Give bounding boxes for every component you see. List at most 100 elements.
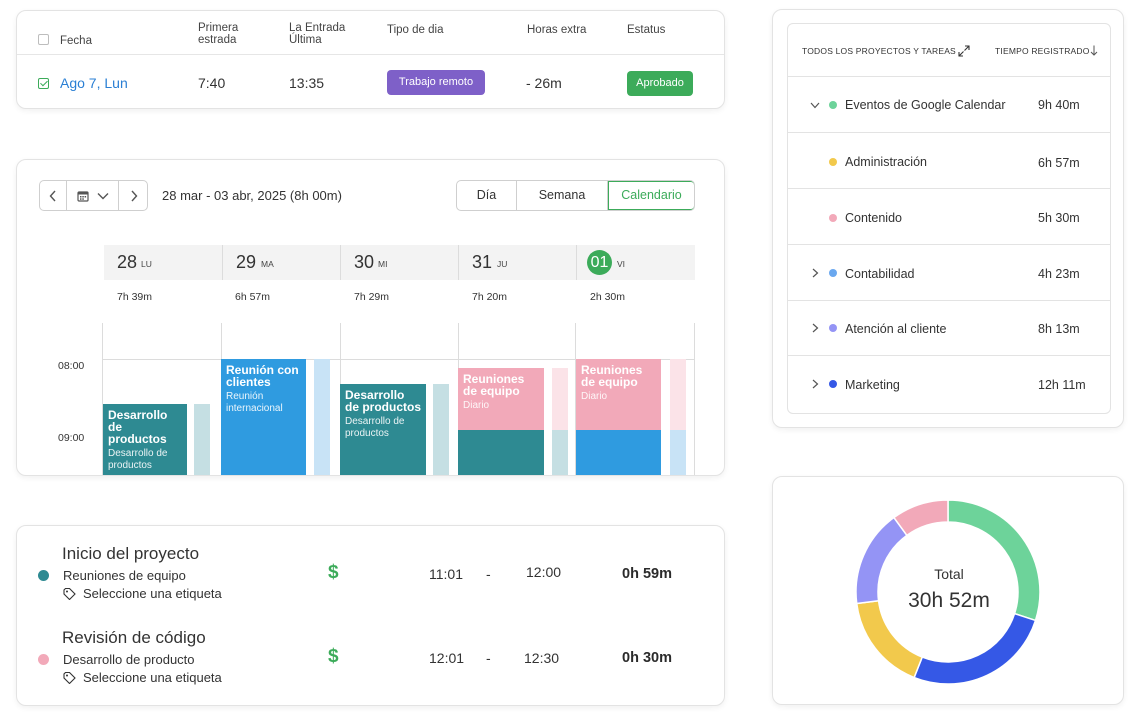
event-shadow (552, 368, 568, 430)
day-total: 7h 39m (117, 291, 153, 303)
tag-icon (63, 671, 76, 684)
expand-icon[interactable] (958, 45, 970, 57)
projects-table: TODOS LOS PROYECTOS Y TAREAS TIEMPO REGI… (787, 23, 1111, 414)
chevron-right-icon[interactable] (812, 379, 819, 389)
time-label: 09:00 (58, 432, 85, 444)
time-separator: - (486, 566, 491, 582)
event-shadow (314, 359, 330, 475)
view-calendar-button[interactable]: Calendario (608, 181, 694, 210)
project-row-contenido[interactable]: Contenido 5h 30m (788, 189, 1110, 245)
entry-start-time[interactable]: 11:01 (429, 566, 463, 582)
total-donut-card: Total 30h 52m (772, 476, 1124, 705)
select-all-checkbox[interactable] (38, 34, 49, 45)
tag-selector[interactable]: Seleccione una etiqueta (63, 670, 222, 685)
day-header-31[interactable]: 31 JU (458, 245, 576, 280)
chevron-left-icon[interactable] (40, 181, 67, 210)
event-shadow (194, 404, 210, 475)
project-color-dot (829, 380, 837, 388)
donut-total-value: 30h 52m (908, 589, 990, 612)
tag-label: Seleccione una etiqueta (83, 670, 222, 685)
day-header-30[interactable]: 30 MI (340, 245, 458, 280)
day-number: 31 (472, 252, 493, 272)
header-first-entry-l2: estrada (198, 34, 237, 46)
day-header-29[interactable]: 29 MA (222, 245, 340, 280)
donut-total-label: Total (934, 566, 964, 582)
calendar-event[interactable]: Reunión con clientes Reunión internacion… (221, 359, 306, 475)
status-badge: Aprobado (627, 71, 693, 96)
day-number: 29 (236, 252, 257, 272)
event-title: Desarrollo de productos (345, 388, 422, 414)
calendar-picker-button[interactable] (67, 181, 119, 210)
event-subtitle: Desarrollo de productos (345, 416, 405, 439)
grid-line (694, 323, 695, 475)
entry-title: Revisión de código (62, 628, 206, 647)
header-status: Estatus (627, 24, 666, 36)
chevron-right-icon[interactable] (119, 181, 148, 210)
event-title: Reuniones de equipo (581, 363, 643, 389)
chevron-down-icon (97, 192, 108, 199)
project-row-contabilidad[interactable]: Contabilidad 4h 23m (788, 245, 1110, 301)
row-checkbox[interactable] (38, 78, 49, 89)
day-type-badge: Trabajo remoto (387, 70, 485, 95)
project-row-administracion[interactable]: Administración 6h 57m (788, 133, 1110, 189)
chevron-right-icon[interactable] (812, 323, 819, 333)
project-time: 9h 40m (1038, 98, 1080, 112)
header-time-registered[interactable]: TIEMPO REGISTRADO (995, 46, 1090, 56)
calendar-event[interactable]: Desarrollo de productos Desarrollo de pr… (340, 384, 426, 475)
billable-dollar-icon[interactable]: $ (328, 646, 339, 668)
project-color-dot (829, 214, 837, 222)
header-day-type: Tipo de dia (387, 24, 444, 36)
project-color-dot (829, 324, 837, 332)
header-last-entry: La Entrada Última (289, 22, 345, 46)
day-total: 6h 57m (235, 291, 271, 303)
header-first-entry: Primera estrada (198, 22, 238, 46)
calendar-event-block[interactable] (458, 430, 544, 475)
day-total: 7h 20m (472, 291, 508, 303)
view-week-button[interactable]: Semana (517, 181, 608, 210)
tag-label: Seleccione una etiqueta (83, 586, 222, 601)
row-last-entry: 13:35 (289, 75, 325, 91)
entry-end-time[interactable]: 12:30 (524, 650, 559, 666)
calendar-event[interactable]: Reuniones de equipo Diario (576, 359, 661, 430)
calendar-event[interactable]: Desarrollo de productos Desarrollo de pr… (103, 404, 187, 475)
header-first-entry-l1: Primera (198, 22, 239, 34)
projects-header: TODOS LOS PROYECTOS Y TAREAS TIEMPO REGI… (788, 24, 1110, 77)
calendar-event[interactable]: Reuniones de equipo Diario (458, 368, 544, 430)
project-row-atencion[interactable]: Atención al cliente 8h 13m (788, 301, 1110, 356)
header-overtime: Horas extra (527, 24, 587, 36)
project-name: Marketing (845, 378, 900, 392)
header-last-entry-l1: La Entrada (289, 22, 346, 34)
entry-end-time[interactable]: 12:00 (526, 564, 561, 580)
event-subtitle: Diario (463, 400, 490, 411)
project-time: 8h 13m (1038, 322, 1080, 336)
project-color-dot (38, 654, 49, 665)
day-header-28[interactable]: 28 LU (104, 245, 222, 280)
project-row-marketing[interactable]: Marketing 12h 11m (788, 356, 1110, 413)
project-row-google-calendar[interactable]: Eventos de Google Calendar 9h 40m (788, 77, 1110, 133)
arrow-down-icon[interactable] (1090, 45, 1098, 56)
project-time: 6h 57m (1038, 156, 1080, 170)
calendar-event-block[interactable] (576, 430, 661, 475)
chevron-down-icon[interactable] (810, 102, 820, 109)
day-abbr: JU (497, 259, 508, 269)
day-abbr: MI (378, 259, 388, 269)
entry-project: Reuniones de equipo (63, 568, 186, 583)
event-shadow (670, 430, 686, 475)
header-date: Fecha (60, 35, 92, 47)
view-day-button[interactable]: Día (457, 181, 517, 210)
row-first-entry: 7:40 (198, 75, 226, 91)
donut-segment-1[interactable] (913, 612, 1037, 685)
day-header-01-today[interactable]: 01 VI (576, 245, 695, 280)
header-projects-tasks: TODOS LOS PROYECTOS Y TAREAS (802, 46, 956, 56)
entry-start-time[interactable]: 12:01 (429, 650, 464, 666)
billable-dollar-icon[interactable]: $ (328, 562, 339, 584)
row-overtime: - 26m (526, 75, 562, 91)
tag-icon (63, 587, 76, 600)
tag-selector[interactable]: Seleccione una etiqueta (63, 586, 222, 601)
row-date-link[interactable]: Ago 7, Lun (60, 75, 128, 91)
chevron-right-icon[interactable] (812, 268, 819, 278)
day-abbr: MA (261, 259, 274, 269)
event-title: Reuniones de equipo (463, 372, 525, 398)
project-color-dot (829, 101, 837, 109)
timesheet-card: Fecha Primera estrada La Entrada Última Ti… (16, 10, 725, 109)
